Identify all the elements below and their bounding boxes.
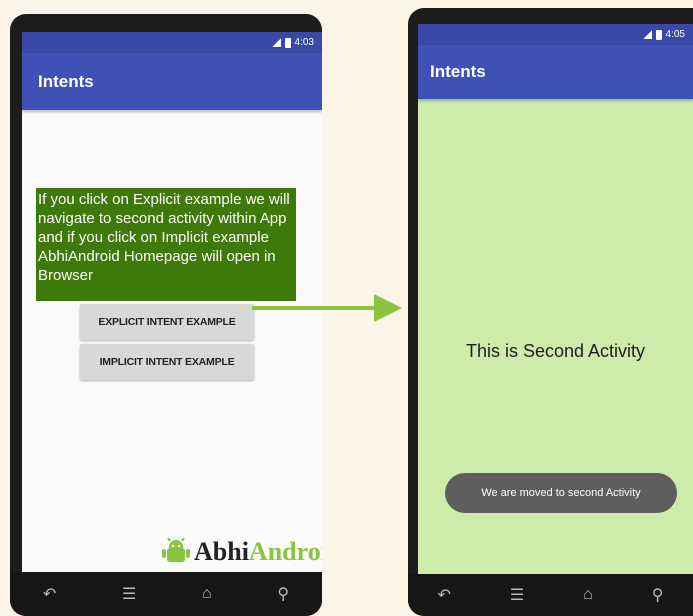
logo-text-abhi: Abhi <box>194 537 249 566</box>
status-bar: 4:05 <box>418 24 693 45</box>
navigation-bar: ↶ ☰ ⌂ ⚲ <box>10 572 322 616</box>
implicit-intent-button[interactable]: IMPLICIT INTENT EXAMPLE <box>80 344 254 380</box>
app-bar: Intents <box>418 45 693 99</box>
logo-text-android: Android <box>248 537 322 566</box>
status-bar: 4:03 <box>22 32 322 53</box>
search-icon[interactable]: ⚲ <box>277 584 289 604</box>
navigation-bar: ↶ ☰ ⌂ ⚲ <box>408 574 693 616</box>
description-text: If you click on Explicit example we will… <box>36 188 296 301</box>
screen-second-activity: 4:05 Intents This is Second Activity We … <box>418 24 693 574</box>
android-robot-icon <box>162 537 190 566</box>
search-icon[interactable]: ⚲ <box>652 585 664 605</box>
menu-icon[interactable]: ☰ <box>122 584 136 604</box>
menu-icon[interactable]: ☰ <box>510 585 524 605</box>
toast-message: We are moved to second Activity <box>445 473 677 513</box>
app-title: Intents <box>38 71 94 91</box>
explicit-intent-button[interactable]: EXPLICIT INTENT EXAMPLE <box>80 304 254 340</box>
app-bar: Intents <box>22 53 322 110</box>
signal-icon <box>271 38 281 47</box>
abhiandroid-logo: AbhiAndroid <box>162 537 322 567</box>
back-icon[interactable]: ↶ <box>43 584 56 604</box>
second-activity-text: This is Second Activity <box>465 341 646 361</box>
app-title: Intents <box>430 62 486 81</box>
status-time: 4:05 <box>665 29 685 40</box>
transition-arrow-icon <box>252 294 402 322</box>
battery-icon <box>655 29 662 40</box>
signal-icon <box>642 30 652 39</box>
home-icon[interactable]: ⌂ <box>583 586 593 604</box>
battery-icon <box>284 37 291 48</box>
home-icon[interactable]: ⌂ <box>202 585 212 603</box>
status-time: 4:03 <box>294 37 314 48</box>
phone-second-activity: 4:05 Intents This is Second Activity We … <box>408 8 693 616</box>
back-icon[interactable]: ↶ <box>437 585 450 605</box>
